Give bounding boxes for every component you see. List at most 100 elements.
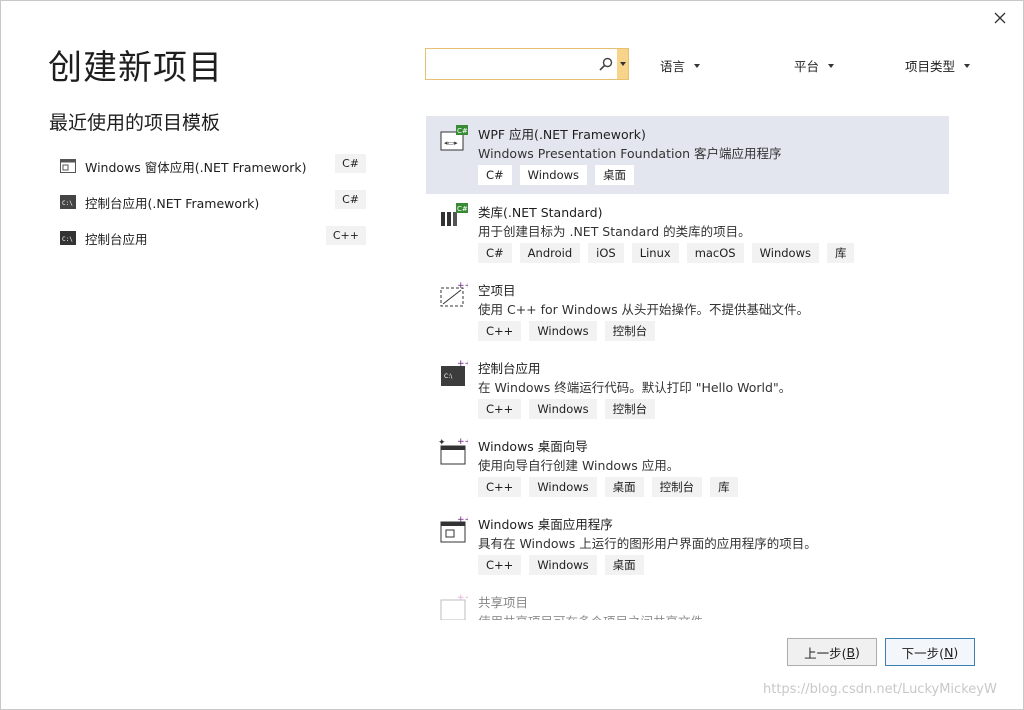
close-icon [994, 12, 1006, 24]
template-tags: C++ Windows 控制台 [478, 321, 656, 341]
recent-item-label: 控制台应用(.NET Framework) [85, 195, 260, 211]
template-tag: 库 [826, 243, 855, 263]
recent-templates-title: 最近使用的项目模板 [49, 112, 221, 134]
template-description: 用于创建目标为 .NET Standard 的类库的项目。 [478, 224, 751, 239]
template-tag: 控制台 [604, 399, 656, 419]
svg-text:C#: C# [457, 127, 468, 135]
console-app-icon: C:\ ++ [441, 359, 468, 386]
template-name: Windows 桌面向导 [478, 439, 588, 454]
template-tags: C# Windows 桌面 [478, 165, 635, 185]
template-item[interactable]: ++ 共享项目使用共享项目可在多个项目之间共享文件。 [426, 584, 949, 620]
template-tags: C++ Windows 控制台 [478, 399, 656, 419]
template-description: 在 Windows 终端运行代码。默认打印 "Hello World"。 [478, 380, 792, 395]
template-name: 控制台应用 [478, 361, 541, 376]
template-tag: C++ [478, 477, 522, 497]
console-icon: C:\ [60, 195, 76, 209]
next-button-suffix: ) [953, 644, 959, 660]
template-tag: Windows [529, 477, 597, 497]
template-tag: 控制台 [604, 321, 656, 341]
next-button-label: 下一步( [901, 645, 945, 661]
template-description: 使用共享项目可在多个项目之间共享文件。 [478, 611, 716, 620]
template-tags: C# Android iOS Linux macOS Windows 库 [478, 243, 855, 263]
recent-item-console-cpp[interactable]: C:\ 控制台应用 C++ [60, 220, 370, 256]
search-input[interactable] [430, 53, 594, 77]
watermark: https://blog.csdn.net/LuckyMickeyW [763, 682, 997, 697]
template-name: WPF 应用(.NET Framework) [478, 127, 646, 142]
template-tag: Android [519, 243, 581, 263]
template-tag: Windows [529, 555, 597, 575]
chevron-down-icon [964, 63, 971, 68]
template-item[interactable]: ++ 空项目使用 C++ for Windows 从头开始操作。不提供基础文件。 C… [426, 272, 949, 350]
desktop-wizard-icon: ✦ ++ [438, 437, 468, 465]
next-button-accesskey: N [944, 644, 954, 660]
search-box [425, 48, 629, 80]
platform-filter-label: 平台 [794, 59, 820, 74]
template-tag: 控制台 [651, 477, 703, 497]
template-item[interactable]: C# 类库(.NET Standard) 用于创建目标为 .NET Standard… [426, 194, 949, 272]
search-icon [599, 57, 613, 71]
template-tags: C++ Windows 桌面 [478, 555, 644, 575]
template-item[interactable]: ✦ ++ Windows 桌面向导使用向导自行创建 Windows 应用。 C++ Wi… [426, 428, 949, 506]
recent-item-label: 控制台应用 [85, 231, 148, 247]
wpf-icon: ◂▭▸ C# [440, 125, 468, 151]
recent-item-label: Windows 窗体应用(.NET Framework) [85, 159, 307, 175]
empty-project-icon: ++ [440, 281, 468, 307]
template-item[interactable]: ++ Windows 桌面应用程序具有在 Windows 上运行的图形用户界面的应… [426, 506, 949, 584]
desktop-app-icon: ++ [440, 515, 468, 543]
template-tag: iOS [588, 243, 624, 263]
chevron-down-icon [828, 63, 835, 68]
template-list: ◂▭▸ C# WPF 应用(.NET Framework) Windows Prese… [426, 116, 949, 620]
shared-project-icon: ++ [440, 593, 468, 620]
template-tag: Windows [529, 321, 597, 341]
project-type-filter[interactable]: 项目类型 [905, 56, 971, 75]
next-button[interactable]: 下一步(N) [885, 638, 975, 666]
chevron-down-icon [694, 63, 701, 68]
language-filter[interactable]: 语言 [660, 56, 701, 75]
template-name: 类库(.NET Standard) [478, 205, 603, 220]
winforms-icon [60, 159, 76, 173]
close-button[interactable] [990, 8, 1010, 28]
console-icon: C:\ [60, 231, 76, 245]
template-item[interactable]: ◂▭▸ C# WPF 应用(.NET Framework) Windows Prese… [426, 116, 949, 194]
svg-text:++: ++ [457, 515, 468, 525]
svg-text:C:\: C:\ [62, 200, 73, 207]
template-tag: Windows [751, 243, 819, 263]
template-item[interactable]: C:\ ++ 控制台应用在 Windows 终端运行代码。默认打印 "Hello W… [426, 350, 949, 428]
svg-text:++: ++ [457, 593, 468, 603]
chevron-down-icon [619, 62, 626, 66]
recent-item-winforms[interactable]: Windows 窗体应用(.NET Framework) C# [60, 148, 370, 184]
svg-text:++: ++ [457, 281, 468, 291]
back-button[interactable]: 上一步(B) [787, 638, 877, 666]
svg-text:✦: ✦ [438, 438, 446, 448]
template-tag: Linux [631, 243, 679, 263]
template-name: 共享项目 [478, 595, 529, 610]
template-tag: C# [478, 243, 512, 263]
template-tag: 桌面 [595, 165, 635, 185]
svg-text:C:\: C:\ [62, 236, 73, 243]
template-description: Windows Presentation Foundation 客户端应用程序 [478, 146, 782, 161]
template-description: 使用向导自行创建 Windows 应用。 [478, 458, 680, 473]
template-tag: C++ [478, 555, 522, 575]
recent-item-console-netfx[interactable]: C:\ 控制台应用(.NET Framework) C# [60, 184, 370, 220]
template-tag: Windows [529, 399, 597, 419]
template-tag: 桌面 [604, 555, 644, 575]
template-name: Windows 桌面应用程序 [478, 517, 613, 532]
back-button-label: 上一步( [804, 645, 847, 661]
template-tag: C++ [478, 321, 522, 341]
template-tag: C++ [478, 399, 522, 419]
page-title: 创建新项目 [48, 48, 223, 88]
back-button-accesskey: B [846, 644, 856, 660]
search-dropdown-button[interactable] [617, 49, 628, 79]
language-badge: C# [335, 154, 366, 173]
svg-text:++: ++ [457, 359, 468, 369]
project-type-filter-label: 项目类型 [905, 59, 956, 74]
language-filter-label: 语言 [660, 59, 686, 74]
language-badge: C# [335, 190, 366, 209]
platform-filter[interactable]: 平台 [794, 56, 835, 75]
template-tag: 库 [710, 477, 738, 497]
template-tag: macOS [686, 243, 744, 263]
svg-text:++: ++ [457, 437, 468, 447]
svg-text:C:\: C:\ [444, 373, 453, 380]
svg-text:C#: C# [457, 205, 468, 213]
template-tag: 桌面 [604, 477, 644, 497]
